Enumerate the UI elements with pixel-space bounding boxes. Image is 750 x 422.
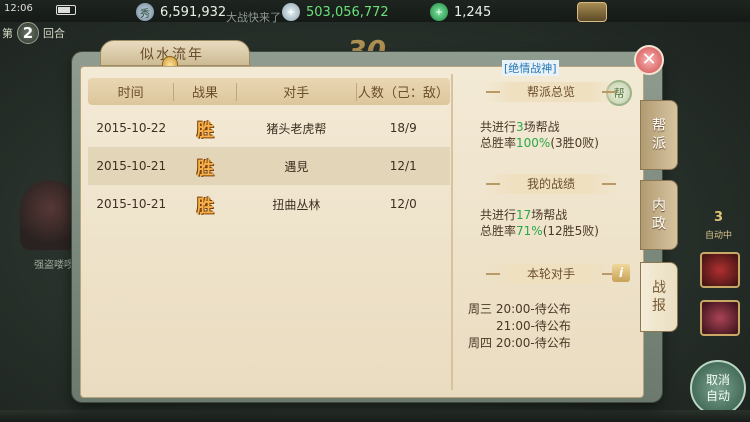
schedule-line: 周四 20:00-待公布 [468,336,571,350]
close-button[interactable]: ✕ [634,45,664,75]
gold-coin-icon: 秀 [136,3,154,21]
my-winrate-pre: 总胜率 [480,224,517,238]
guild-winrate-line: 总胜率100%(3胜0败) [480,134,599,151]
table-row[interactable]: 2015-10-21 胜 扭曲丛林 12/0 [88,185,450,223]
my-winrate-post: (12胜5败) [542,224,599,238]
skill-slot-1[interactable] [700,252,740,288]
header-result: 战果 [192,86,219,101]
tab-guild-label-1: 帮 [652,118,666,134]
row-time: 2015-10-22 [96,121,167,135]
tab-guild[interactable]: 帮 派 [640,100,678,170]
round-suffix: 回合 [43,27,65,40]
auto-count: 3 [714,210,724,225]
battery-icon [56,5,76,15]
background-banner-text: 大战快来了 [226,11,281,24]
gold-amount: 6,591,932 [160,4,227,20]
schedule-line: 周三 20:00-待公布 [468,302,571,316]
table-row[interactable]: 2015-10-22 胜 猪头老虎帮 18/9 [88,109,450,147]
row-opponent: 遇見 [284,159,309,174]
my-winrate-pct: 71% [516,224,543,238]
tab-internal-affairs[interactable]: 内 政 [640,180,678,250]
tab-guild-label-2: 派 [652,136,666,152]
auto-status: 自动中 [705,231,733,241]
my-battles-count: 17 [516,208,532,222]
jade-add-icon[interactable]: + [430,3,448,21]
clock: 12:06 [4,3,33,14]
record-rows: 2015-10-22 胜 猪头老虎帮 18/9 2015-10-21 胜 遇見 … [88,109,450,223]
guild-overview-title: 帮派总览 [486,82,616,102]
row-result: 胜 [175,192,237,217]
guild-winrate-pct: 100% [516,136,551,150]
tab-internal-label-2: 政 [652,216,666,232]
summary-panel: 帮派总览 共进行3场帮战 总胜率100%(3胜0败) 我的战绩 共进行17场帮战… [456,66,644,396]
win-badge: 胜 [196,120,214,141]
info-icon[interactable]: i [612,264,630,282]
header-opponent: 对手 [283,86,310,101]
gold-resource: 秀 6,591,932 [136,2,226,22]
row-result: 胜 [175,116,237,141]
cancel-auto-button[interactable]: 取消 自动 [690,360,746,416]
silver-resource: + 503,056,772 [282,2,389,22]
silver-ingot-icon: + [282,3,300,21]
guild-battles-line: 共进行3场帮战 [480,118,560,135]
schedule-line: 21:00-待公布 [496,319,571,333]
row-time: 2015-10-21 [96,197,167,211]
bottom-strip [0,410,750,422]
win-badge: 胜 [196,158,214,179]
row-opponent: 扭曲丛林 [272,197,321,212]
jade-amount: 1,245 [454,4,492,20]
tab-war-report[interactable]: 战 报 [640,262,678,332]
jade-resource[interactable]: + 1,245 [430,2,491,22]
section-divider [451,74,453,390]
row-opponent: 猪头老虎帮 [266,121,327,136]
table-row[interactable]: 2015-10-21 胜 遇見 12/1 [88,147,450,185]
my-battles-line: 共进行17场帮战 [480,206,567,223]
tab-war-label-1: 战 [652,280,666,296]
guild-winrate-post: (3胜0败) [550,136,599,150]
guild-battles-pre: 共进行 [480,120,517,134]
round-prefix: 第 [2,27,13,40]
round-indicator: 第 2 回合 [2,22,65,44]
header-count: 人数（己：敌） [357,86,449,101]
row-count: 12/0 [389,197,417,211]
my-winrate-line: 总胜率71%(12胜5败) [480,222,599,239]
enemy-character-label: 强盗喽啰 [34,260,74,271]
guild-battles-count: 3 [516,120,524,134]
tab-war-label-2: 报 [652,298,666,314]
tab-internal-label-1: 内 [652,198,666,214]
list-header: 时间 战果 对手 人数（己：敌） [88,78,450,105]
row-time: 2015-10-21 [96,159,167,173]
silver-amount: 503,056,772 [306,4,389,20]
guild-winrate-pre: 总胜率 [480,136,517,150]
war-record-list: 时间 战果 对手 人数（己：敌） 2015-10-22 胜 猪头老虎帮 18/9… [88,78,450,390]
status-bar: 12:06 秀 6,591,932 大战快来了 + 503,056,772 + … [0,0,750,24]
skill-slot-2[interactable] [700,300,740,336]
header-time: 时间 [117,86,144,101]
row-count: 18/9 [389,121,417,135]
my-battles-post: 场帮战 [531,208,568,222]
my-record-title: 我的战绩 [486,174,616,194]
row-result: 胜 [175,154,237,179]
my-battles-pre: 共进行 [480,208,517,222]
round-number: 2 [17,22,39,44]
win-badge: 胜 [196,196,214,217]
current-opponent-title: 本轮对手 [486,264,616,284]
guild-battles-post: 场帮战 [523,120,560,134]
treasure-chest-icon[interactable] [577,2,607,22]
enemy-character-portrait [20,180,80,250]
row-count: 12/1 [389,159,417,173]
